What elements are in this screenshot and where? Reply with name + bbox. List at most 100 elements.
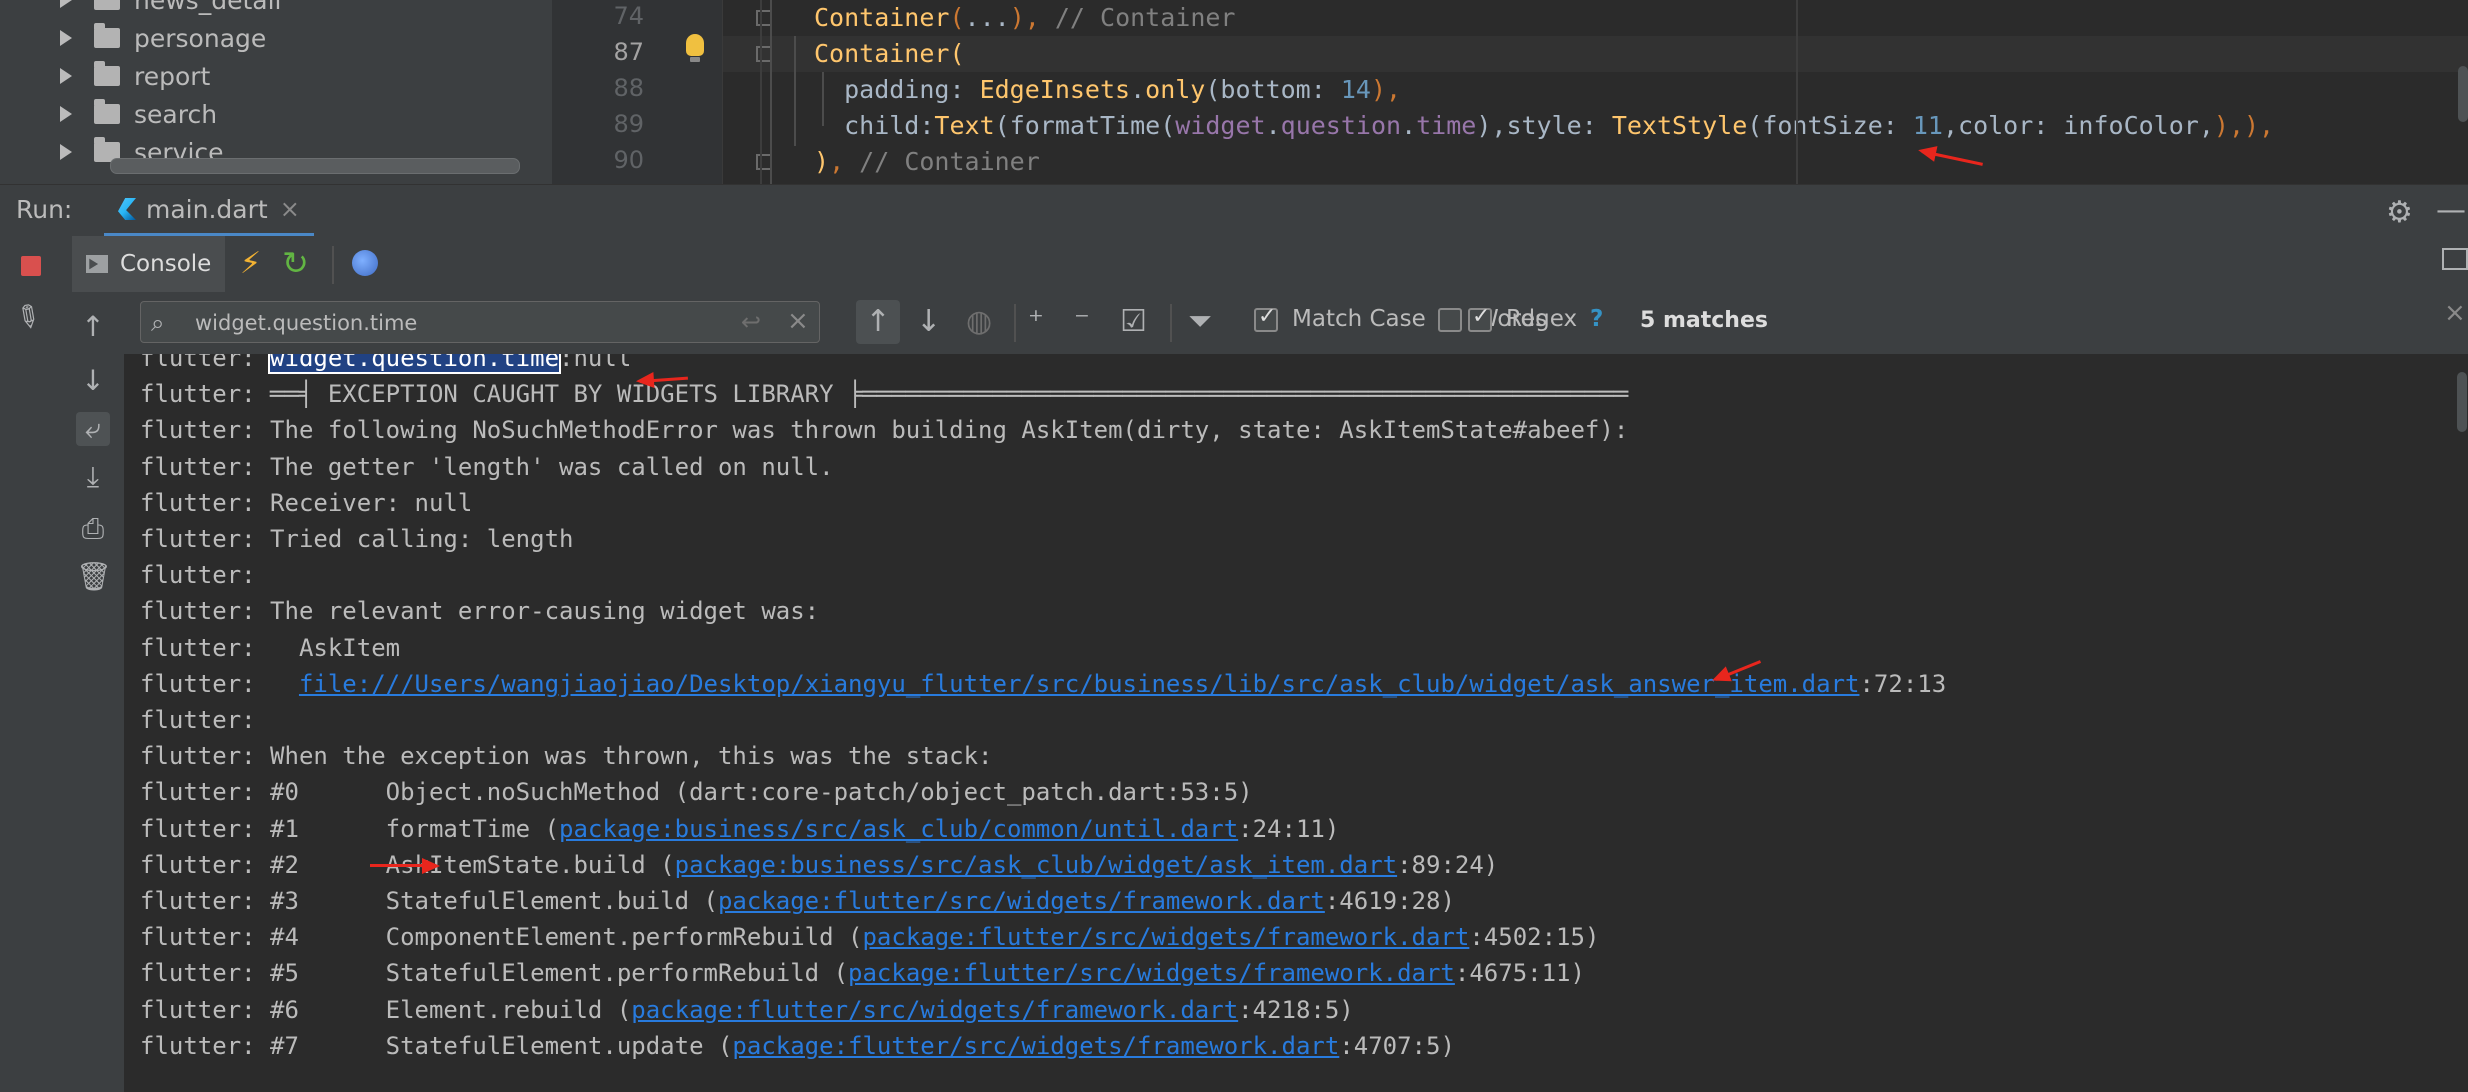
- match-case-checkbox[interactable]: [1254, 304, 1278, 332]
- gear-icon[interactable]: ⚙: [2386, 195, 2413, 230]
- console-file-link[interactable]: package:flutter/src/widgets/framework.da…: [631, 996, 1238, 1024]
- expand-arrow-icon[interactable]: [60, 68, 72, 84]
- select-all-occurrences-icon[interactable]: ☑: [1120, 304, 1147, 339]
- pin-icon[interactable]: ✎: [7, 296, 48, 339]
- regex-label[interactable]: Regex: [1506, 306, 1577, 332]
- indent-guide: [770, 0, 772, 184]
- console-file-link[interactable]: package:flutter/src/widgets/framework.da…: [862, 923, 1469, 951]
- tree-item-personage[interactable]: personage: [60, 20, 266, 56]
- console-file-link[interactable]: package:flutter/src/widgets/framework.da…: [718, 887, 1325, 915]
- search-input[interactable]: [193, 306, 717, 340]
- remove-occurrence-icon[interactable]: ⁻: [1074, 304, 1090, 339]
- search-box[interactable]: ⌕ ↩ ×: [140, 301, 820, 343]
- add-occurrence-icon[interactable]: ⁺: [1028, 304, 1044, 339]
- next-match-button[interactable]: ↓: [916, 304, 941, 339]
- console-file-link[interactable]: package:flutter/src/widgets/framework.da…: [732, 1032, 1339, 1060]
- console-file-link[interactable]: file:///Users/wangjiaojiao/Desktop/xiang…: [299, 670, 1860, 698]
- console-line: flutter: widget.question.time:null: [140, 354, 631, 376]
- code-line-74[interactable]: Container(...), // Container: [814, 0, 1235, 36]
- console-scrollbar[interactable]: [2456, 354, 2468, 1092]
- console-file-link[interactable]: package:flutter/src/widgets/framework.da…: [848, 959, 1455, 987]
- console-line: flutter:: [140, 557, 256, 593]
- console-text: :null: [559, 354, 632, 372]
- console-line: flutter: #4 ComponentElement.performRebu…: [140, 919, 1599, 955]
- previous-match-button[interactable]: ↑: [856, 300, 900, 344]
- filter-icon[interactable]: ⏷: [1188, 304, 1212, 339]
- find-usages-icon[interactable]: ◍: [966, 304, 992, 339]
- regex-help-link[interactable]: ?: [1590, 306, 1603, 332]
- code-token: widget: [1175, 111, 1266, 140]
- fold-gutter: [652, 0, 723, 184]
- run-side-toolbar: ✎: [0, 236, 63, 1092]
- lightbulb-icon[interactable]: [686, 34, 704, 62]
- folder-icon: [94, 61, 120, 86]
- devtools-icon[interactable]: [352, 250, 378, 276]
- project-tree: news_detail personage report search serv…: [0, 0, 552, 184]
- console-line: flutter: #0 Object.noSuchMethod (dart:co…: [140, 774, 1253, 810]
- editor-scrollbar[interactable]: [2458, 66, 2468, 122]
- newline-icon[interactable]: ↩: [741, 308, 761, 336]
- run-tab-main-dart[interactable]: main.dart ×: [104, 185, 314, 237]
- console-toolbar: Console ⚡ ↻: [62, 236, 2468, 292]
- soft-wrap-icon[interactable]: ⤶: [76, 412, 110, 446]
- scroll-to-end-icon[interactable]: ⤓: [76, 460, 110, 494]
- console-line: flutter:: [140, 702, 256, 738]
- code-token: (formatTime(: [994, 111, 1176, 140]
- words-checkbox[interactable]: [1438, 308, 1462, 332]
- console-text: flutter: #5 StatefulElement.performRebui…: [140, 959, 849, 988]
- console-text: flutter:: [140, 561, 256, 590]
- toolbar-separator: [332, 246, 334, 284]
- code-token: time: [1416, 111, 1477, 140]
- code-line-89[interactable]: child:Text(formatTime(widget.question.ti…: [814, 108, 2274, 144]
- expand-arrow-icon[interactable]: [60, 0, 72, 8]
- stop-icon[interactable]: [21, 256, 41, 276]
- code-line-87[interactable]: Container(: [814, 36, 965, 72]
- console-line: flutter: The following NoSuchMethodError…: [140, 412, 1628, 448]
- hot-reload-icon[interactable]: ⚡: [240, 246, 261, 281]
- console-line: flutter: file:///Users/wangjiaojiao/Desk…: [140, 666, 1946, 702]
- console-scroll-thumb[interactable]: [2457, 372, 2467, 432]
- down-arrow-icon[interactable]: ↓: [76, 364, 110, 398]
- console-file-link[interactable]: package:business/src/ask_club/common/unt…: [559, 815, 1238, 843]
- clear-search-icon[interactable]: ×: [787, 306, 809, 336]
- console-text: flutter:: [140, 669, 299, 698]
- search-icon[interactable]: ⌕: [151, 309, 164, 337]
- close-icon[interactable]: ×: [2444, 298, 2466, 328]
- trash-icon[interactable]: 🗑: [76, 560, 112, 594]
- expand-arrow-icon[interactable]: [60, 144, 72, 160]
- print-icon[interactable]: ⎙: [76, 512, 110, 546]
- layout-icon[interactable]: [2442, 248, 2468, 270]
- tree-item-news-detail[interactable]: news_detail: [60, 0, 281, 18]
- code-editor[interactable]: 74 87 88 89 90 Container(...), // Contai…: [552, 0, 2468, 184]
- close-tab-icon[interactable]: ×: [280, 195, 300, 223]
- match-count: 5 matches: [1640, 308, 1768, 333]
- console-file-link[interactable]: package:business/src/ask_club/widget/ask…: [675, 851, 1397, 879]
- tree-horizontal-scrollbar[interactable]: [110, 158, 520, 174]
- expand-arrow-icon[interactable]: [60, 30, 72, 46]
- console-text: flutter: Tried calling: length: [140, 525, 574, 553]
- run-tab-label: main.dart: [146, 194, 268, 224]
- up-arrow-icon[interactable]: ↑: [76, 310, 110, 344]
- code-token: Container: [814, 3, 950, 32]
- minimize-icon[interactable]: —: [2436, 193, 2466, 228]
- console-line: flutter: The getter 'length' was called …: [140, 449, 834, 485]
- console-text: flutter: #0 Object.noSuchMethod (dart:co…: [140, 778, 1253, 807]
- console-line: flutter: #1 formatTime (package:business…: [140, 811, 1339, 847]
- console-text: :24:11): [1238, 814, 1340, 843]
- console-action-strip: ↑ ↓ ⤶ ⤓ ⎙ 🗑: [62, 292, 125, 1092]
- hot-restart-icon[interactable]: ↻: [282, 244, 309, 282]
- tree-item-report[interactable]: report: [60, 58, 210, 94]
- console-search-bar: ⌕ ↩ × ↑ ↓ ◍ ⁺ ⁻ ☑ ⏷ Match Case Words Reg…: [124, 292, 2468, 355]
- code-line-88[interactable]: padding: EdgeInsets.only(bottom: 14),: [814, 72, 1401, 108]
- regex-checkbox[interactable]: [1468, 304, 1492, 332]
- tab-console[interactable]: Console: [72, 236, 226, 292]
- code-token: ),: [1370, 75, 1402, 104]
- tree-item-search[interactable]: search: [60, 96, 217, 132]
- code-line-90[interactable]: ), // Container: [814, 144, 1040, 180]
- console-text: :89:24): [1397, 850, 1499, 879]
- match-case-label[interactable]: Match Case: [1292, 306, 1426, 332]
- console-line: flutter: Receiver: null: [140, 485, 472, 521]
- console-output[interactable]: flutter: widget.question.time:null flutte…: [124, 354, 2456, 1092]
- line-number-gutter: 74 87 88 89 90: [552, 0, 652, 184]
- expand-arrow-icon[interactable]: [60, 106, 72, 122]
